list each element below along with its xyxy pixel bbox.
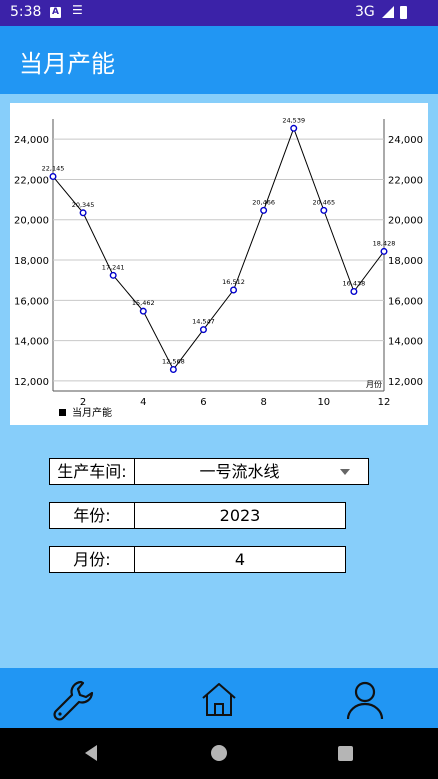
- data-label: 15,462: [132, 299, 155, 307]
- x-tick-label: 8: [260, 397, 266, 408]
- legend-label: 当月产能: [72, 406, 112, 419]
- y-tick-label-right: 24,000: [388, 135, 423, 146]
- wrench-icon: [53, 680, 94, 721]
- y-tick-label-right: 16,000: [388, 296, 423, 307]
- signal-icon: [382, 6, 394, 18]
- system-nav-bar: [0, 728, 438, 779]
- app-bar: 当月产能: [0, 26, 438, 94]
- y-tick-label-left: 12,000: [14, 377, 49, 388]
- data-label: 20,465: [312, 198, 335, 206]
- y-tick-label-right: 12,000: [388, 377, 423, 388]
- status-bar: 5:38 A ☰ 3G: [0, 0, 438, 26]
- data-point: [169, 365, 177, 373]
- month-field[interactable]: 4: [134, 546, 346, 573]
- data-label: 22,145: [42, 165, 65, 173]
- nav-home-button[interactable]: [195, 676, 243, 724]
- y-tick-label-right: 20,000: [388, 216, 423, 227]
- data-label: 12,568: [162, 357, 185, 365]
- series-line: [52, 126, 385, 371]
- y-tick-label-left: 20,000: [14, 216, 49, 227]
- year-label: 年份:: [49, 502, 135, 529]
- month-row: 月份: 4: [49, 546, 369, 573]
- y-tick-label-left: 18,000: [14, 256, 49, 267]
- battery-icon: [400, 6, 407, 19]
- bottom-nav: [0, 668, 438, 728]
- x-tick-label: 10: [317, 397, 330, 408]
- data-label: 16,438: [343, 280, 366, 288]
- data-point: [49, 173, 57, 181]
- status-time: 5:38: [10, 4, 42, 20]
- data-point: [350, 288, 358, 296]
- workshop-label: 生产车间:: [49, 458, 135, 485]
- y-tick-label-left: 16,000: [14, 296, 49, 307]
- back-icon[interactable]: [85, 745, 97, 761]
- dropdown-arrow-icon: [340, 469, 350, 475]
- y-tick-label-left: 24,000: [14, 135, 49, 146]
- data-point: [290, 124, 298, 132]
- home-icon: [202, 683, 236, 716]
- workshop-dropdown[interactable]: 一号流水线: [134, 458, 369, 485]
- y-tick-label-left: 22,000: [14, 175, 49, 186]
- legend-swatch: [59, 409, 66, 416]
- data-point: [320, 206, 328, 214]
- y-tick-label-right: 14,000: [388, 337, 423, 348]
- data-label: 16,512: [222, 278, 245, 286]
- data-point: [199, 326, 207, 334]
- data-label: 18,428: [373, 239, 396, 247]
- data-point: [380, 247, 388, 255]
- notification-a-icon: A: [50, 7, 61, 18]
- y-tick-label-left: 14,000: [14, 337, 49, 348]
- x-tick-label: 6: [200, 397, 206, 408]
- y-tick-label-right: 22,000: [388, 175, 423, 186]
- x-tick-label: 4: [140, 397, 146, 408]
- capacity-chart: 12,000 12,000 14,000 14,000 16,000 16,000 18,0…: [10, 103, 428, 425]
- recent-apps-icon[interactable]: [338, 746, 353, 761]
- x-tick-label: 2: [80, 397, 86, 408]
- data-point: [109, 271, 117, 279]
- data-point: [230, 286, 238, 294]
- data-point: [139, 307, 147, 315]
- data-point: [260, 206, 268, 214]
- user-icon: [346, 681, 384, 720]
- nav-profile-button[interactable]: [341, 676, 389, 724]
- page-title: 当月产能: [19, 50, 115, 78]
- home-circle-icon[interactable]: [211, 745, 227, 761]
- data-label: 20,345: [72, 201, 95, 209]
- data-label: 24,539: [282, 116, 305, 124]
- year-field[interactable]: 2023: [134, 502, 346, 529]
- data-point: [79, 209, 87, 217]
- data-label: 14,547: [192, 318, 215, 326]
- x-tick-label: 12: [378, 397, 391, 408]
- data-label: 20,466: [252, 198, 275, 206]
- sim-icon: ☰: [72, 3, 83, 17]
- data-label: 17,241: [102, 263, 125, 271]
- month-label: 月份:: [49, 546, 135, 573]
- workshop-value: 一号流水线: [199, 462, 280, 481]
- network-type: 3G: [355, 4, 375, 20]
- x-axis-label: 月份: [366, 379, 382, 389]
- y-tick-label-right: 18,000: [388, 256, 423, 267]
- workshop-row: 生产车间: 一号流水线: [49, 458, 369, 485]
- line-chart-svg: 12,000 12,000 14,000 14,000 16,000 16,000 18,0…: [14, 116, 423, 419]
- year-row: 年份: 2023: [49, 502, 369, 529]
- nav-tools-button[interactable]: [50, 676, 98, 724]
